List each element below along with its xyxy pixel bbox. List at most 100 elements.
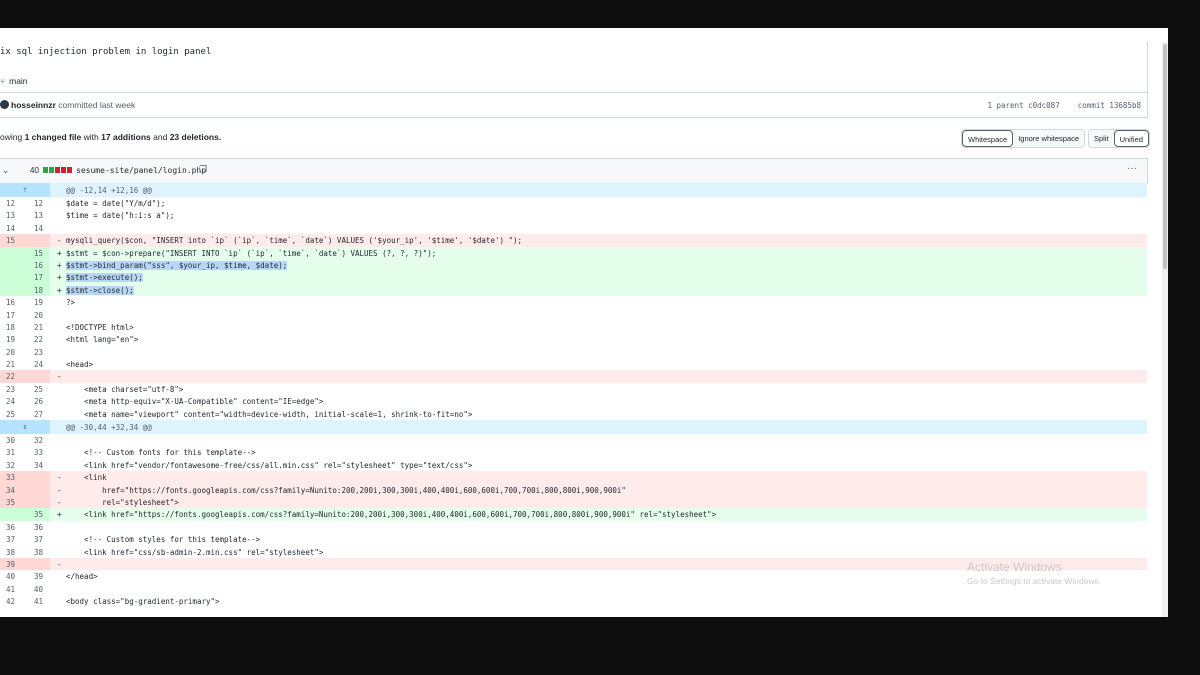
new-line-number[interactable]: 17 — [34, 273, 48, 282]
split-view-button[interactable]: Split — [1089, 130, 1114, 147]
new-line-number[interactable]: 20 — [34, 311, 48, 320]
old-line-number[interactable]: 40 — [6, 572, 20, 581]
old-line-number[interactable]: 31 — [6, 448, 20, 457]
new-line-number[interactable]: 25 — [34, 385, 48, 394]
old-line-number[interactable]: 39 — [6, 560, 20, 569]
old-line-number[interactable]: 16 — [6, 298, 20, 307]
summary-files[interactable]: 1 changed file — [25, 132, 82, 142]
diff-line: 21 24 <head> — [0, 358, 1147, 370]
commit-title: ix sql injection problem in login panel — [0, 47, 212, 57]
new-line-number[interactable]: 37 — [34, 535, 48, 544]
scrollbar-thumb[interactable] — [1163, 44, 1167, 269]
author-name[interactable]: hosseinnzr — [11, 100, 56, 110]
old-line-number[interactable]: 20 — [6, 348, 20, 357]
new-line-number[interactable]: 16 — [34, 261, 48, 270]
file-path[interactable]: sesume-site/panel/login.php — [76, 166, 206, 175]
diffstat-block — [61, 167, 66, 173]
code-text: <!DOCTYPE html> — [66, 322, 134, 332]
hunk-header[interactable]: ⇡ @@ -12,14 +12,16 @@ — [0, 183, 1147, 197]
old-line-number[interactable]: 22 — [6, 372, 20, 381]
hunk-header[interactable]: ⇕ @@ -30,44 +32,34 @@ — [0, 420, 1147, 435]
new-line-number[interactable]: 41 — [34, 597, 48, 606]
new-line-number[interactable]: 21 — [34, 323, 48, 332]
old-line-number[interactable]: 15 — [6, 236, 20, 245]
file-header: ⌄ 40 sesume-site/panel/login.php ❐ ··· — [0, 158, 1148, 184]
new-line-number[interactable]: 34 — [34, 461, 48, 470]
new-line-number[interactable]: 24 — [34, 360, 48, 369]
old-line-number[interactable]: 34 — [6, 486, 20, 495]
old-line-number[interactable]: 32 — [6, 461, 20, 470]
collapse-chevron-icon[interactable]: ⌄ — [2, 165, 10, 176]
diff-line: 18 + $stmt->close(); — [0, 283, 1147, 297]
diff-line: 22 - — [0, 370, 1147, 383]
old-line-number[interactable]: 35 — [6, 498, 20, 507]
diffstat-block — [49, 167, 54, 173]
commit-label: commit — [1077, 101, 1105, 110]
avatar[interactable] — [0, 100, 9, 109]
vertical-scrollbar[interactable] — [1162, 42, 1168, 617]
new-line-number[interactable]: 15 — [34, 249, 48, 258]
diff-sign: + — [57, 260, 62, 270]
old-line-number[interactable]: 36 — [6, 523, 20, 532]
diff-sign: - — [57, 559, 62, 569]
old-line-number[interactable]: 13 — [6, 211, 20, 220]
old-line-number[interactable]: 24 — [6, 397, 20, 406]
new-line-number[interactable]: 19 — [34, 298, 48, 307]
ignore-whitespace-button[interactable]: Ignore whitespace — [1013, 130, 1085, 147]
code-text: <meta name="viewport" content="width=dev… — [66, 409, 473, 419]
code-text: $stmt->close(); — [66, 285, 134, 295]
old-line-number[interactable]: 17 — [6, 311, 20, 320]
new-line-number[interactable]: 26 — [34, 397, 48, 406]
diff-line: 15 - mysqli_query($con, "INSERT into `ip` … — [0, 234, 1147, 247]
new-line-number[interactable]: 18 — [34, 286, 48, 295]
new-line-number[interactable]: 40 — [34, 585, 48, 594]
copy-icon[interactable]: ❐ — [199, 164, 207, 175]
new-line-number[interactable]: 35 — [34, 510, 48, 519]
summary-deletions: 23 deletions. — [169, 132, 222, 142]
old-line-number[interactable]: 18 — [6, 323, 20, 332]
old-line-number[interactable]: 25 — [6, 410, 20, 419]
code-text: <head> — [66, 360, 94, 370]
code-text: ?> — [66, 298, 76, 308]
unified-view-button[interactable]: Unified — [1113, 130, 1149, 147]
new-line-number[interactable]: 38 — [34, 548, 48, 557]
new-line-number[interactable]: 14 — [34, 224, 48, 233]
new-line-number[interactable]: 36 — [34, 523, 48, 532]
new-line-number[interactable]: 32 — [34, 436, 48, 445]
old-line-number[interactable]: 12 — [6, 199, 20, 208]
old-line-number[interactable]: 38 — [6, 548, 20, 557]
old-line-number[interactable]: 37 — [6, 535, 20, 544]
new-line-number[interactable]: 13 — [34, 211, 48, 220]
old-line-number[interactable]: 23 — [6, 385, 20, 394]
old-line-number[interactable]: 30 — [6, 436, 20, 445]
old-line-number[interactable]: 42 — [6, 597, 20, 606]
commit-author: hosseinnzr committed last week — [11, 100, 135, 110]
new-line-number[interactable]: 39 — [34, 572, 48, 581]
branch-indicator[interactable]: ⑂ main — [0, 76, 28, 86]
commit-sha: 13685b8 — [1109, 101, 1141, 110]
new-line-number[interactable]: 33 — [34, 448, 48, 457]
new-line-number[interactable]: 23 — [34, 348, 48, 357]
old-line-number[interactable]: 14 — [6, 224, 20, 233]
whitespace-button[interactable]: Whitespace — [962, 130, 1014, 147]
old-line-number[interactable]: 19 — [6, 335, 20, 344]
diff-line: 25 27 <meta name="viewport" content="widt… — [0, 408, 1147, 420]
old-line-number[interactable]: 33 — [6, 473, 20, 482]
diffstat-block — [67, 167, 72, 173]
diff-line: 33 - <link — [0, 471, 1147, 484]
summary-and: and — [153, 132, 168, 142]
code-text: </head> — [66, 572, 98, 582]
new-line-number[interactable]: 27 — [34, 410, 48, 419]
parent-sha-link[interactable]: c0dc087 — [1028, 101, 1060, 110]
whitespace-toggle: Whitespace Ignore whitespace — [961, 129, 1086, 148]
commit-parents: 1 parent c0dc087 commit 13685b8 — [987, 101, 1141, 110]
diff-sign: - — [57, 236, 62, 246]
new-line-number[interactable]: 12 — [34, 199, 48, 208]
diff-line: 15 + $stmt = $con->prepare("INSERT INTO `i… — [0, 246, 1147, 259]
expand-lines-icon[interactable]: ⇡ — [0, 183, 50, 197]
expand-lines-icon[interactable]: ⇕ — [0, 420, 50, 435]
old-line-number[interactable]: 41 — [6, 585, 20, 594]
old-line-number[interactable]: 21 — [6, 360, 20, 369]
new-line-number[interactable]: 22 — [34, 335, 48, 344]
more-options-icon[interactable]: ··· — [1127, 163, 1137, 174]
